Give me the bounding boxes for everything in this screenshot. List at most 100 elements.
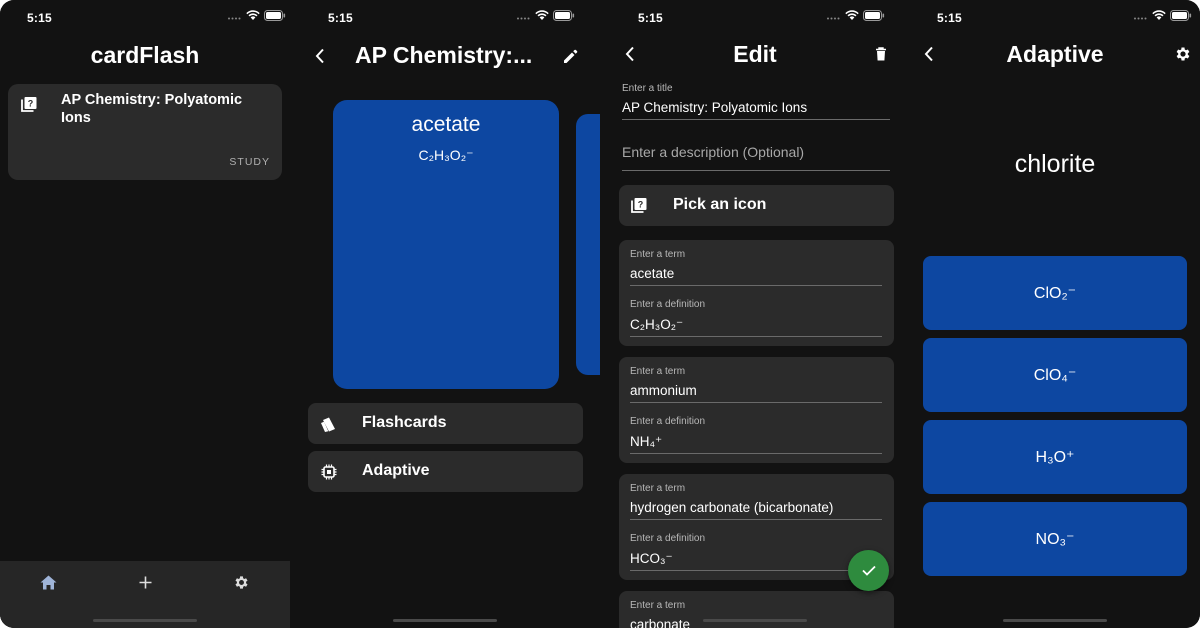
definition-input[interactable]: NH₄⁺ xyxy=(630,434,662,450)
svg-text:?: ? xyxy=(28,99,34,109)
status-time: 5:15 xyxy=(638,11,663,25)
check-icon xyxy=(861,565,876,576)
term-card: Enter a term ammonium Enter a definition… xyxy=(619,357,894,463)
app-screenshots: 5:15 cardFlash ? AP Chemistry: Polyatomi… xyxy=(0,0,1200,628)
term-underline xyxy=(630,519,882,520)
description-underline xyxy=(622,170,890,171)
help-book-icon: ? xyxy=(631,197,647,218)
deck-screen: 5:15 AP Chemistry:... acetate C₂H₃O₂⁻ Fl… xyxy=(290,0,600,628)
battery-icon xyxy=(264,10,286,21)
answer-option[interactable]: ClO₄⁻ xyxy=(923,338,1187,412)
wifi-icon xyxy=(845,10,859,20)
edit-button[interactable] xyxy=(561,47,579,65)
definition-label: Enter a definition xyxy=(630,533,706,544)
definition-label: Enter a definition xyxy=(630,299,706,310)
answer-option[interactable]: ClO₂⁻ xyxy=(923,256,1187,330)
home-indicator xyxy=(393,619,497,622)
home-indicator xyxy=(703,619,807,622)
adaptive-label: Adaptive xyxy=(362,462,430,479)
tab-settings[interactable] xyxy=(231,572,251,592)
adaptive-mode-button[interactable]: Adaptive xyxy=(308,451,583,492)
definition-input[interactable]: C₂H₃O₂⁻ xyxy=(630,317,683,333)
back-button[interactable] xyxy=(312,46,328,66)
term-input[interactable]: hydrogen carbonate (bicarbonate) xyxy=(630,500,833,515)
gear-icon xyxy=(234,575,248,589)
battery-icon xyxy=(863,10,885,21)
term-input[interactable]: acetate xyxy=(630,266,674,281)
page-title: Adaptive xyxy=(1006,41,1104,67)
status-icons xyxy=(517,10,575,21)
chip-icon xyxy=(320,463,338,481)
battery-icon xyxy=(1170,10,1192,21)
status-time: 5:15 xyxy=(328,11,353,25)
status-icons xyxy=(827,10,885,21)
flashcards-label: Flashcards xyxy=(362,414,447,431)
wifi-icon xyxy=(535,10,549,20)
edit-screen: 5:15 Edit Enter a title AP Chemistry: Po… xyxy=(600,0,910,628)
definition-underline xyxy=(630,453,882,454)
definition-label: Enter a definition xyxy=(630,416,706,427)
help-book-icon: ? xyxy=(21,96,37,117)
pick-icon-button[interactable]: ? Pick an icon xyxy=(619,185,894,226)
page-title: Edit xyxy=(733,41,777,67)
wifi-icon xyxy=(246,10,260,20)
app-title: cardFlash xyxy=(90,42,200,68)
title-input[interactable]: AP Chemistry: Polyatomic Ions xyxy=(622,100,807,115)
term-underline xyxy=(630,285,882,286)
gear-icon xyxy=(1176,47,1190,61)
study-button[interactable]: STUDY xyxy=(229,156,270,168)
definition-underline xyxy=(630,336,882,337)
term-underline xyxy=(630,402,882,403)
home-icon xyxy=(40,575,56,589)
trash-icon xyxy=(876,47,886,61)
home-indicator xyxy=(93,619,197,622)
status-icons xyxy=(1134,10,1192,21)
status-time: 5:15 xyxy=(27,11,52,25)
pencil-icon xyxy=(563,49,577,63)
pick-icon-label: Pick an icon xyxy=(673,196,767,213)
term-input[interactable]: carbonate xyxy=(630,617,690,628)
answer-option[interactable]: NO₃⁻ xyxy=(923,502,1187,576)
description-input[interactable]: Enter a description (Optional) xyxy=(622,144,804,160)
cellular-icon xyxy=(228,17,241,19)
home-indicator xyxy=(1003,619,1107,622)
next-flashcard[interactable] xyxy=(576,114,600,375)
answer-option[interactable]: H₃O⁺ xyxy=(923,420,1187,494)
term-label: Enter a term xyxy=(630,600,686,611)
title-field-label: Enter a title xyxy=(622,83,673,94)
status-time: 5:15 xyxy=(937,11,962,25)
save-button[interactable] xyxy=(848,550,889,591)
deck-title: AP Chemistry:... xyxy=(355,42,533,68)
cellular-icon xyxy=(827,17,840,19)
definition-input[interactable]: HCO₃⁻ xyxy=(630,551,673,567)
chevron-left-icon xyxy=(315,48,324,64)
tab-bar xyxy=(0,561,290,628)
term-input[interactable]: ammonium xyxy=(630,383,697,398)
tab-add[interactable] xyxy=(135,572,155,592)
adaptive-screen: 5:15 Adaptive chlorite ClO₂⁻ ClO₄⁻ H₃O⁺ … xyxy=(910,0,1200,628)
home-screen: 5:15 cardFlash ? AP Chemistry: Polyatomi… xyxy=(0,0,290,628)
term-label: Enter a term xyxy=(630,249,686,260)
title-underline xyxy=(622,119,890,120)
cards-icon xyxy=(320,415,338,433)
cellular-icon xyxy=(517,17,530,19)
term-label: Enter a term xyxy=(630,366,686,377)
delete-button[interactable] xyxy=(873,45,889,63)
status-icons xyxy=(228,10,286,21)
question-term: chlorite xyxy=(1014,150,1096,178)
deck-card[interactable]: ? AP Chemistry: Polyatomic Ions STUDY xyxy=(8,84,282,180)
term-card: Enter a term carbonate xyxy=(619,591,894,628)
flashcard[interactable]: acetate C₂H₃O₂⁻ xyxy=(333,100,559,389)
plus-icon xyxy=(139,576,151,588)
term-label: Enter a term xyxy=(630,483,686,494)
tab-home[interactable] xyxy=(38,572,58,592)
settings-button[interactable] xyxy=(1173,44,1193,64)
flashcard-definition: C₂H₃O₂⁻ xyxy=(418,147,474,163)
battery-icon xyxy=(553,10,575,21)
deck-title: AP Chemistry: Polyatomic Ions xyxy=(61,92,243,126)
svg-text:?: ? xyxy=(638,200,644,210)
flashcard-term: acetate xyxy=(411,113,481,136)
term-card: Enter a term acetate Enter a definition … xyxy=(619,240,894,346)
definition-underline xyxy=(630,570,882,571)
flashcards-mode-button[interactable]: Flashcards xyxy=(308,403,583,444)
